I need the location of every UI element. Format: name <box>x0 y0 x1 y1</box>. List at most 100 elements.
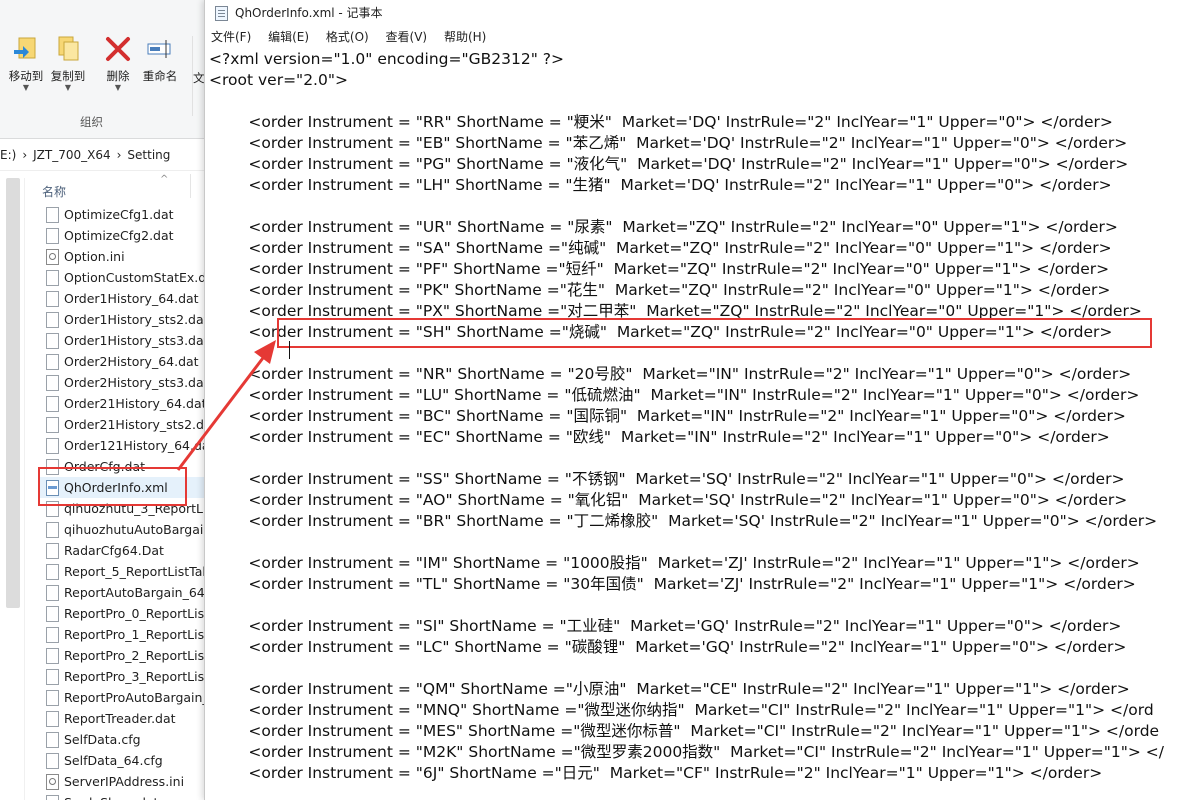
column-header-name[interactable]: 名称 <box>42 183 66 200</box>
menu-view[interactable]: 查看(V) <box>386 26 435 48</box>
file-row[interactable]: Order21History_64.dat <box>38 393 204 414</box>
file-row[interactable]: OptionCustomStatEx.dat <box>38 267 204 288</box>
file-row[interactable]: ReportAutoBargain_64.c <box>38 582 204 603</box>
file-name: OptimizeCfg2.dat <box>64 228 174 243</box>
file-name: Order21History_sts2.dat <box>64 417 204 432</box>
file-row[interactable]: ReportPro_2_ReportList <box>38 645 204 666</box>
file-icon <box>46 228 59 244</box>
menu-help[interactable]: 帮助(H) <box>444 26 493 48</box>
editor-line[interactable]: <order Instrument = "M2K" ShortName ="微型… <box>209 742 1164 763</box>
menu-bar: 文件(F) 编辑(E) 格式(O) 查看(V) 帮助(H) <box>205 26 1185 48</box>
file-row[interactable]: SelfData_64.cfg <box>38 750 204 771</box>
editor-line[interactable]: <order Instrument = "PG" ShortName = "液化… <box>209 154 1164 175</box>
copy-to-button[interactable]: 复制到 ▼ <box>46 34 90 92</box>
notepad-window: QhOrderInfo.xml - 记事本 文件(F) 编辑(E) 格式(O) … <box>204 0 1185 800</box>
chevron-down-icon[interactable]: ▼ <box>4 84 48 92</box>
chevron-down-icon[interactable]: ▼ <box>96 84 140 92</box>
file-row[interactable]: Order21History_sts2.dat <box>38 414 204 435</box>
file-name: ReportProAutoBargain_ <box>64 690 204 705</box>
editor-line[interactable]: <order Instrument = "AO" ShortName = "氧化… <box>209 490 1164 511</box>
file-row[interactable]: OptimizeCfg1.dat <box>38 204 204 225</box>
file-row[interactable]: RadarCfg64.Dat <box>38 540 204 561</box>
file-row[interactable]: ServerIPAddress.ini <box>38 771 204 792</box>
file-icon <box>46 417 59 433</box>
editor-line[interactable] <box>209 595 1164 616</box>
text-editor[interactable]: <?xml version="1.0" encoding="GB2312" ?>… <box>205 48 1185 800</box>
file-row[interactable]: SerdoSlanc.dat <box>38 792 204 800</box>
text-caret <box>289 341 290 359</box>
rename-icon <box>145 34 175 64</box>
file-name: RadarCfg64.Dat <box>64 543 164 558</box>
file-icon <box>46 522 59 538</box>
file-row[interactable]: ReportProAutoBargain_ <box>38 687 204 708</box>
editor-line[interactable]: <order Instrument = "PF" ShortName ="短纤"… <box>209 259 1164 280</box>
breadcrumb-separator[interactable]: › <box>117 148 122 162</box>
editor-line[interactable]: <order Instrument = "EB" ShortName = "苯乙… <box>209 133 1164 154</box>
rename-button[interactable]: 重命名 <box>138 34 182 84</box>
file-row[interactable]: qihuozhutuAutoBargain_ <box>38 519 204 540</box>
editor-line[interactable]: <order Instrument = "IM" ShortName = "10… <box>209 553 1164 574</box>
breadcrumb-separator[interactable]: › <box>22 148 27 162</box>
file-row[interactable]: ReportPro_0_ReportList <box>38 603 204 624</box>
editor-line[interactable]: <order Instrument = "RR" ShortName = "粳米… <box>209 112 1164 133</box>
column-divider[interactable] <box>190 174 191 198</box>
menu-edit[interactable]: 编辑(E) <box>268 26 316 48</box>
file-row[interactable]: Order1History_64.dat <box>38 288 204 309</box>
file-row[interactable]: Order1History_sts2.dat <box>38 309 204 330</box>
file-icon <box>46 396 59 412</box>
editor-line[interactable]: <order Instrument = "BC" ShortName = "国际… <box>209 406 1164 427</box>
editor-line[interactable] <box>209 448 1164 469</box>
ribbon-group-label: 组织 <box>80 115 103 129</box>
menu-file[interactable]: 文件(F) <box>211 26 258 48</box>
file-row[interactable]: SelfData.cfg <box>38 729 204 750</box>
delete-button[interactable]: 删除 ▼ <box>96 34 140 92</box>
editor-line[interactable]: <order Instrument = "EC" ShortName = "欧线… <box>209 427 1164 448</box>
editor-line[interactable]: <order Instrument = "TL" ShortName = "30… <box>209 574 1164 595</box>
editor-lines[interactable]: <?xml version="1.0" encoding="GB2312" ?>… <box>209 49 1164 784</box>
editor-line[interactable]: <order Instrument = "MES" ShortName ="微型… <box>209 721 1164 742</box>
file-row[interactable]: ReportTreader.dat <box>38 708 204 729</box>
file-row[interactable]: ReportPro_3_ReportList <box>38 666 204 687</box>
editor-line[interactable]: <order Instrument = "UR" ShortName = "尿素… <box>209 217 1164 238</box>
editor-line[interactable]: <order Instrument = "PK" ShortName ="花生"… <box>209 280 1164 301</box>
delete-icon <box>103 34 133 64</box>
move-to-button[interactable]: 移动到 ▼ <box>4 34 48 92</box>
editor-line[interactable]: <order Instrument = "LC" ShortName = "碳酸… <box>209 637 1164 658</box>
editor-line[interactable]: <order Instrument = "LH" ShortName = "生猪… <box>209 175 1164 196</box>
editor-line[interactable]: <?xml version="1.0" encoding="GB2312" ?> <box>209 49 1164 70</box>
editor-line[interactable]: <order Instrument = "SI" ShortName = "工业… <box>209 616 1164 637</box>
editor-line[interactable]: <root ver="2.0"> <box>209 70 1164 91</box>
rename-label: 重命名 <box>142 69 178 83</box>
breadcrumb-drive[interactable]: E:) <box>0 148 16 162</box>
editor-line[interactable]: <order Instrument = "MNQ" ShortName ="微型… <box>209 700 1164 721</box>
copy-to-label: 复制到 <box>50 69 86 83</box>
editor-line[interactable]: <order Instrument = "6J" ShortName ="日元"… <box>209 763 1164 784</box>
file-row[interactable]: Order2History_64.dat <box>38 351 204 372</box>
window-titlebar[interactable]: QhOrderInfo.xml - 记事本 <box>205 0 1185 26</box>
editor-line[interactable]: <order Instrument = "NR" ShortName = "20… <box>209 364 1164 385</box>
file-row[interactable]: Option.ini <box>38 246 204 267</box>
file-row[interactable]: OptimizeCfg2.dat <box>38 225 204 246</box>
file-row[interactable]: Order2History_sts3.dat <box>38 372 204 393</box>
menu-format[interactable]: 格式(O) <box>326 26 376 48</box>
breadcrumb-folder-jzt[interactable]: JZT_700_X64 <box>33 148 110 162</box>
file-row[interactable]: Order1History_sts3.dat <box>38 330 204 351</box>
editor-line[interactable] <box>209 91 1164 112</box>
editor-line[interactable]: <order Instrument = "BR" ShortName = "丁二… <box>209 511 1164 532</box>
editor-line[interactable]: <order Instrument = "LU" ShortName = "低硫… <box>209 385 1164 406</box>
file-row[interactable]: Order121History_64.dat <box>38 435 204 456</box>
file-name: Order2History_64.dat <box>64 354 199 369</box>
file-row[interactable]: Report_5_ReportListTab <box>38 561 204 582</box>
editor-line[interactable] <box>209 196 1164 217</box>
breadcrumb[interactable]: E:) › JZT_700_X64 › Setting <box>0 140 204 171</box>
editor-line[interactable]: <order Instrument = "SA" ShortName ="纯碱"… <box>209 238 1164 259</box>
breadcrumb-folder-setting[interactable]: Setting <box>127 148 170 162</box>
editor-line[interactable] <box>209 658 1164 679</box>
editor-line[interactable]: <order Instrument = "SS" ShortName = "不锈… <box>209 469 1164 490</box>
editor-line[interactable] <box>209 532 1164 553</box>
chevron-down-icon[interactable]: ▼ <box>46 84 90 92</box>
editor-line[interactable]: <order Instrument = "QM" ShortName ="小原油… <box>209 679 1164 700</box>
nav-pane-scrollbar[interactable] <box>6 178 20 608</box>
file-row[interactable]: ReportPro_1_ReportList <box>38 624 204 645</box>
file-icon <box>46 648 59 664</box>
